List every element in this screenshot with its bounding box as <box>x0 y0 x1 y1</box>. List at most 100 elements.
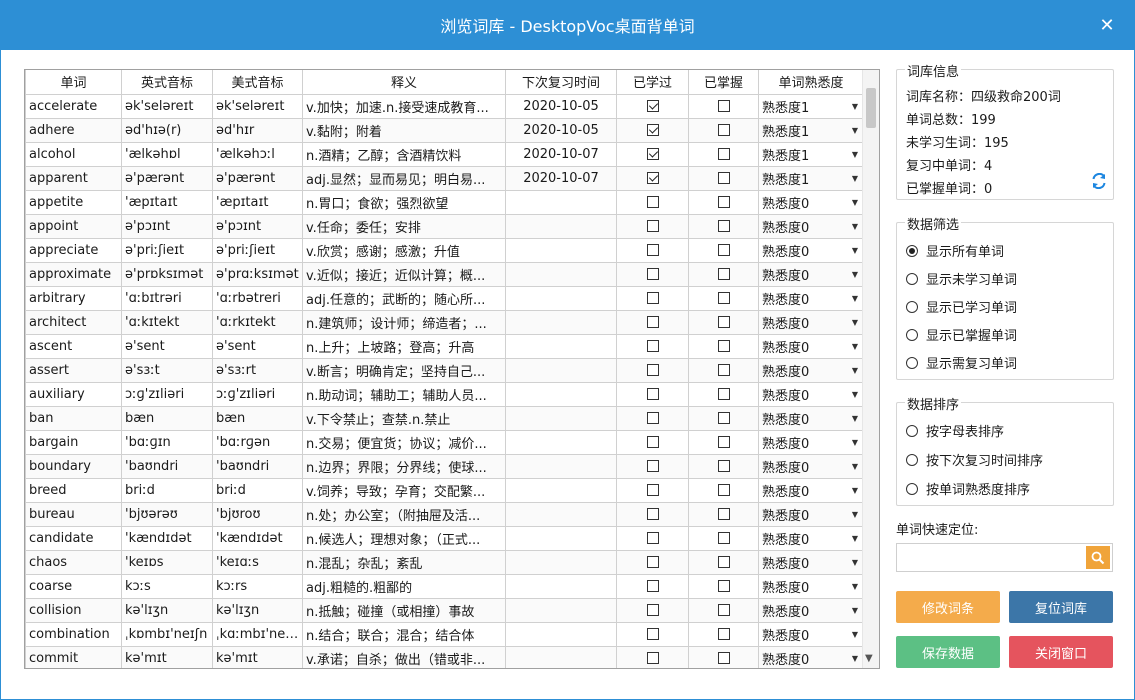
familiarity-select[interactable]: 熟悉度0 ▼ <box>762 311 860 333</box>
cell-meaning[interactable]: v.饲养；导致；孕育；交配繁... <box>302 477 506 503</box>
cell-us[interactable]: kə'mɪt <box>212 645 303 668</box>
cell-familiarity[interactable]: 熟悉度0 ▼ <box>758 357 864 383</box>
table-row[interactable]: appetite'æpɪtaɪt'æpɪtaɪt n.胃口；食欲；强烈欲望 熟悉度0… <box>25 189 864 215</box>
familiarity-select[interactable]: 熟悉度0 ▼ <box>762 287 860 309</box>
cell-next[interactable]: 2020-10-05 <box>505 93 617 119</box>
cell-familiarity[interactable]: 熟悉度1 ▼ <box>758 117 864 143</box>
cell-word[interactable]: approximate <box>25 261 122 287</box>
cell-meaning[interactable]: n.交易；便宜货；协议；减价... <box>302 429 506 455</box>
search-button[interactable] <box>1086 546 1110 569</box>
scrollbar-thumb[interactable] <box>866 88 876 128</box>
mastered-checkbox[interactable] <box>717 412 730 424</box>
learned-checkbox[interactable] <box>646 220 659 232</box>
radio-button[interactable] <box>906 482 918 495</box>
filter-option-3[interactable]: 显示已掌握单词 <box>906 325 1017 344</box>
table-row[interactable]: architect'ɑːkɪtekt'ɑːrkɪtekt n.建筑师；设计师；缔造… <box>25 309 864 335</box>
cell-next[interactable] <box>505 261 617 287</box>
cell-uk[interactable]: kɔːs <box>121 573 213 599</box>
cell-next[interactable]: 2020-10-05 <box>505 117 617 143</box>
learned-checkbox[interactable] <box>646 244 659 256</box>
cell-us[interactable]: 'ælkəhɔːl <box>212 141 303 167</box>
cell-us[interactable]: 'bɑːrɡən <box>212 429 303 455</box>
learned-checkbox[interactable] <box>646 268 659 280</box>
cell-familiarity[interactable]: 熟悉度0 ▼ <box>758 549 864 575</box>
cell-meaning[interactable]: n.上升；上坡路；登高；升高 <box>302 333 506 359</box>
refresh-icon[interactable] <box>1091 173 1107 189</box>
cell-meaning[interactable]: adj.显然；显而易见；明白易... <box>302 165 506 191</box>
cell-familiarity[interactable]: 熟悉度0 ▼ <box>758 477 864 503</box>
cell-next[interactable] <box>505 285 617 311</box>
learned-checkbox[interactable] <box>646 628 659 640</box>
cell-meaning[interactable]: v.近似；接近；近似计算；概... <box>302 261 506 287</box>
close-icon[interactable]: ✕ <box>1095 13 1119 37</box>
dropdown-arrow-icon[interactable]: ▼ <box>852 630 860 639</box>
cell-uk[interactable]: 'ɑːbɪtrəri <box>121 285 213 311</box>
cell-word[interactable]: ban <box>25 405 122 431</box>
cell-familiarity[interactable]: 熟悉度0 ▼ <box>758 645 864 668</box>
cell-word[interactable]: bargain <box>25 429 122 455</box>
learned-checkbox[interactable] <box>646 100 659 112</box>
cell-meaning[interactable]: n.处；办公室；（附抽屉及活... <box>302 501 506 527</box>
cell-word[interactable]: apparent <box>25 165 122 191</box>
cell-word[interactable]: auxiliary <box>25 381 122 407</box>
mastered-checkbox[interactable] <box>717 124 730 136</box>
cell-meaning[interactable]: adj.粗糙的.粗鄙的 <box>302 573 506 599</box>
familiarity-select[interactable]: 熟悉度0 ▼ <box>762 503 860 525</box>
familiarity-select[interactable]: 熟悉度0 ▼ <box>762 623 860 645</box>
cell-familiarity[interactable]: 熟悉度0 ▼ <box>758 309 864 335</box>
cell-uk[interactable]: 'kændɪdət <box>121 525 213 551</box>
cell-next[interactable] <box>505 597 617 623</box>
radio-button[interactable] <box>906 244 918 257</box>
cell-word[interactable]: candidate <box>25 525 122 551</box>
cell-uk[interactable]: ək'seləreɪt <box>121 93 213 119</box>
learned-checkbox[interactable] <box>646 364 659 376</box>
learned-checkbox[interactable] <box>646 652 659 664</box>
learned-checkbox[interactable] <box>646 556 659 568</box>
cell-next[interactable] <box>505 429 617 455</box>
mastered-checkbox[interactable] <box>717 580 730 592</box>
cell-uk[interactable]: əd'hɪə(r) <box>121 117 213 143</box>
cell-us[interactable]: ə'prɑːksɪmət <box>212 261 303 287</box>
cell-uk[interactable]: 'bɑːɡɪn <box>121 429 213 455</box>
cell-meaning[interactable]: n.边界；界限；分界线；使球... <box>302 453 506 479</box>
cell-meaning[interactable]: n.候选人；理想对象；（正式... <box>302 525 506 551</box>
cell-us[interactable]: ˌkɑːmbɪ'neɪʃn <box>212 621 303 647</box>
close-window-button[interactable]: 关闭窗口 <box>1009 636 1113 668</box>
reset-library-button[interactable]: 复位词库 <box>1009 591 1113 623</box>
familiarity-select[interactable]: 熟悉度0 ▼ <box>762 383 860 405</box>
dropdown-arrow-icon[interactable]: ▼ <box>852 366 860 375</box>
filter-option-2[interactable]: 显示已学习单词 <box>906 297 1017 316</box>
cell-word[interactable]: combination <box>25 621 122 647</box>
cell-meaning[interactable]: v.承诺；自杀；做出（错或非... <box>302 645 506 668</box>
column-header[interactable]: 已学过 <box>616 70 689 95</box>
cell-uk[interactable]: kə'mɪt <box>121 645 213 668</box>
familiarity-select[interactable]: 熟悉度0 ▼ <box>762 479 860 501</box>
table-row[interactable]: auxiliary ɔːɡ'zɪliəri ɔːɡ'zɪliəri n.助动词；辅助工… <box>25 381 864 407</box>
table-row[interactable]: candidate'kændɪdət'kændɪdət n.候选人；理想对象；（正… <box>25 525 864 551</box>
learned-checkbox[interactable] <box>646 436 659 448</box>
table-row[interactable]: apparent ə'pærənt ə'pærənt adj.显然；显而易见；明白易.… <box>25 165 864 191</box>
familiarity-select[interactable]: 熟悉度0 ▼ <box>762 239 860 261</box>
cell-word[interactable]: breed <box>25 477 122 503</box>
cell-word[interactable]: assert <box>25 357 122 383</box>
column-header[interactable]: 单词熟悉度 <box>758 70 864 95</box>
familiarity-select[interactable]: 熟悉度0 ▼ <box>762 527 860 549</box>
cell-meaning[interactable]: v.下令禁止；查禁.n.禁止 <box>302 405 506 431</box>
table-row[interactable]: ascent ə'sent ə'sent n.上升；上坡路；登高；升高 熟悉度0 ▼ <box>25 333 864 359</box>
table-row[interactable]: collision kə'lɪʒn kə'lɪʒn n.抵触；碰撞（或相撞）事故 熟悉度… <box>25 597 864 623</box>
learned-checkbox[interactable] <box>646 292 659 304</box>
filter-option-4[interactable]: 显示需复习单词 <box>906 353 1017 372</box>
dropdown-arrow-icon[interactable]: ▼ <box>852 486 860 495</box>
cell-meaning[interactable]: n.抵触；碰撞（或相撞）事故 <box>302 597 506 623</box>
dropdown-arrow-icon[interactable]: ▼ <box>852 534 860 543</box>
table-row[interactable]: assert ə'sɜːt ə'sɜːrt v.断言；明确肯定；坚持自己... 熟悉度0… <box>25 357 864 383</box>
table-row[interactable]: coarse kɔːs kɔːrs adj.粗糙的.粗鄙的 熟悉度0 ▼ <box>25 573 864 599</box>
cell-uk[interactable]: ə'priːʃieɪt <box>121 237 213 263</box>
dropdown-arrow-icon[interactable]: ▼ <box>852 606 860 615</box>
cell-uk[interactable]: bæn <box>121 405 213 431</box>
cell-uk[interactable]: ə'pærənt <box>121 165 213 191</box>
cell-us[interactable]: ək'seləreɪt <box>212 93 303 119</box>
dropdown-arrow-icon[interactable]: ▼ <box>852 342 860 351</box>
column-header[interactable]: 美式音标 <box>212 70 303 95</box>
dropdown-arrow-icon[interactable]: ▼ <box>852 654 860 663</box>
